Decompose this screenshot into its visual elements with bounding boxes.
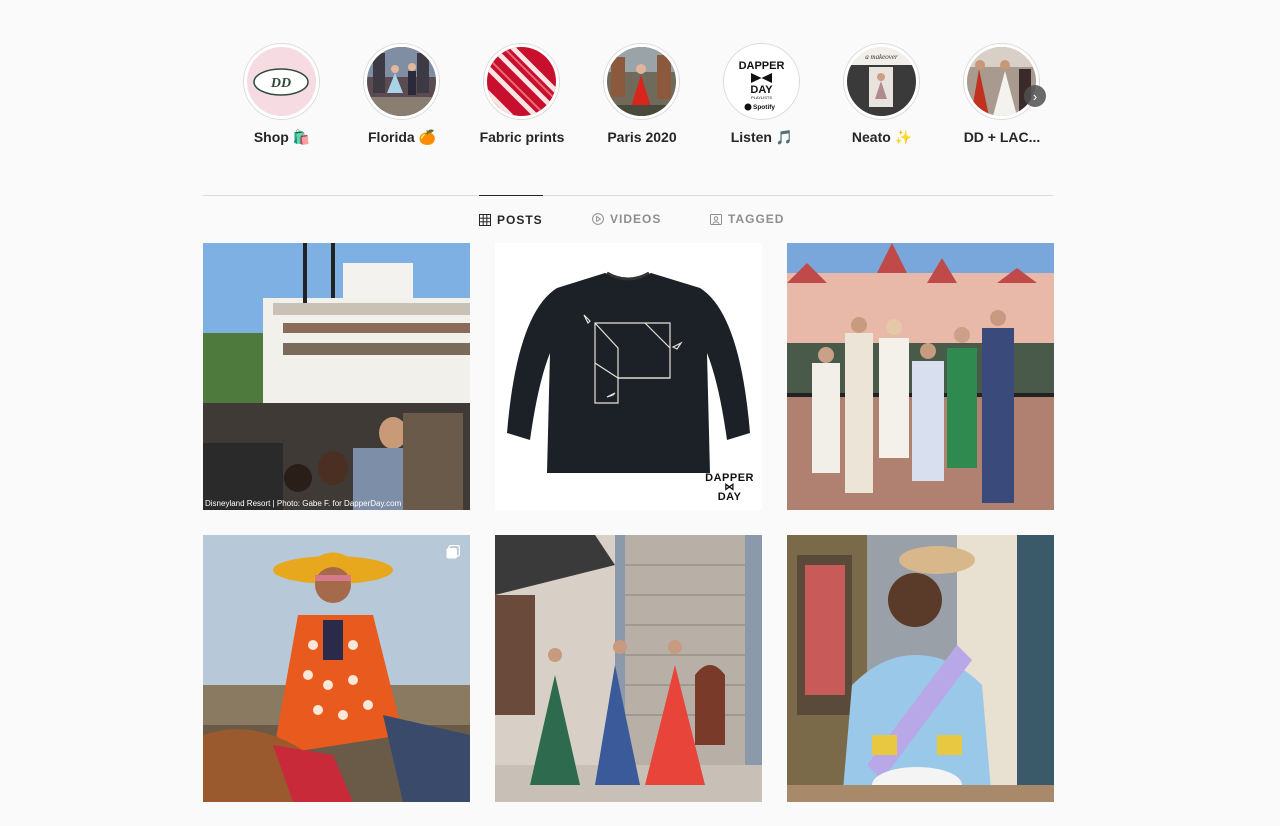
play-icon [592, 213, 604, 225]
story-highlights: DD Shop 🛍️ Florida 🍊 Fabric prints Paris… [243, 43, 1046, 153]
highlight-ring [963, 43, 1040, 120]
post-sash[interactable] [787, 535, 1054, 802]
highlight-label: DD + LAC... [963, 129, 1041, 145]
highlight-label: Florida 🍊 [368, 129, 436, 145]
group-hotel-photo [787, 243, 1054, 510]
svg-text:DD: DD [270, 76, 291, 91]
multiple-photos-icon [446, 545, 460, 559]
post-sweater[interactable]: DAPPER ⋈ DAY [495, 243, 762, 510]
highlight-listen[interactable]: DAPPER DAY PLAYLISTS Spotify Listen 🎵 [723, 43, 801, 146]
florida-photo-icon [367, 47, 436, 116]
fabric-stripes-icon [487, 47, 556, 116]
highlight-label: Neato ✨ [851, 129, 913, 145]
highlight-ring [603, 43, 680, 120]
sweater-photo [495, 243, 762, 510]
svg-text:a makeover: a makeover [865, 53, 898, 61]
highlight-neato[interactable]: a makeover Neato ✨ [843, 43, 921, 146]
highlight-fabric-prints[interactable]: Fabric prints [480, 43, 564, 145]
highlight-florida[interactable]: Florida 🍊 [363, 43, 441, 146]
dapper-day-watermark: DAPPER ⋈ DAY [705, 473, 754, 503]
dd-lac-photo-icon [967, 47, 1036, 116]
dapper-day-logo-icon: DD [247, 47, 316, 116]
tab-label: TAGGED [728, 212, 785, 226]
post-rider[interactable] [203, 535, 470, 802]
chevron-right-icon: › [1032, 88, 1038, 104]
rider-photo [203, 535, 470, 802]
riverboat-photo [203, 243, 470, 510]
neato-photo-icon: a makeover [847, 47, 916, 116]
photo-credit: Disneyland Resort | Photo: Gabe F. for D… [205, 499, 402, 508]
highlight-ring [483, 43, 560, 120]
highlight-paris-2020[interactable]: Paris 2020 [603, 43, 681, 145]
svg-text:PLAYLISTS: PLAYLISTS [751, 95, 772, 100]
castle-capes-photo [495, 535, 762, 802]
post-group-hotel[interactable] [787, 243, 1054, 510]
highlight-ring [363, 43, 440, 120]
highlight-label: Paris 2020 [607, 129, 677, 145]
highlight-ring: a makeover [843, 43, 920, 120]
post-castle-capes[interactable] [495, 535, 762, 802]
highlight-label: Shop 🛍️ [253, 129, 311, 145]
tab-label: VIDEOS [610, 212, 662, 226]
watermark-line: DAY [717, 491, 742, 503]
paris-photo-icon [607, 47, 676, 116]
highlight-ring: DAPPER DAY PLAYLISTS Spotify [723, 43, 800, 120]
tag-icon [710, 214, 722, 225]
tab-posts[interactable]: POSTS [479, 195, 543, 243]
highlight-shop[interactable]: DD Shop 🛍️ [243, 43, 321, 146]
highlight-ring: DD [243, 43, 320, 120]
highlight-label: Fabric prints [479, 129, 565, 145]
grid-icon [479, 213, 491, 226]
tab-videos[interactable]: VIDEOS [592, 195, 661, 243]
tab-label: POSTS [497, 212, 543, 227]
tab-tagged[interactable]: TAGGED [710, 195, 784, 243]
highlight-label: Listen 🎵 [730, 129, 794, 145]
next-highlights-button[interactable]: › [1024, 85, 1046, 107]
svg-text:DAPPER: DAPPER [739, 60, 785, 72]
profile-tabs: POSTS VIDEOS TAGGED [203, 195, 1053, 243]
svg-text:Spotify: Spotify [753, 104, 775, 111]
post-riverboat[interactable]: Disneyland Resort | Photo: Gabe F. for D… [203, 243, 470, 510]
spotify-playlist-icon: DAPPER DAY PLAYLISTS Spotify [727, 47, 796, 116]
sash-photo [787, 535, 1054, 802]
